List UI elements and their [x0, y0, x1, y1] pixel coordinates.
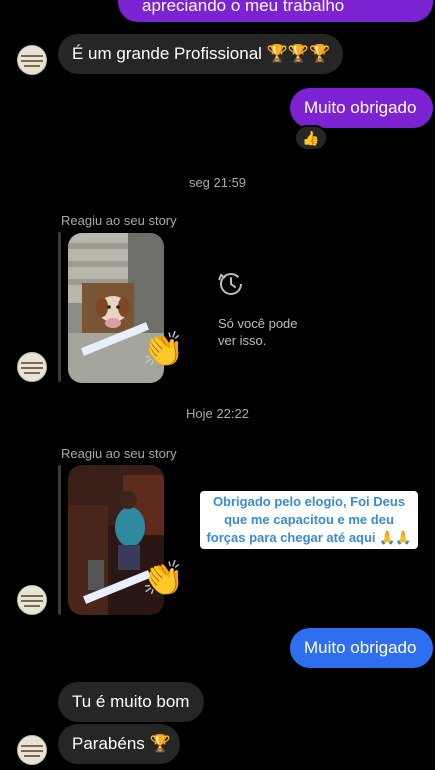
- avatar[interactable]: [17, 735, 47, 765]
- message-incoming[interactable]: Tu é muito bom: [58, 682, 204, 722]
- message-outgoing-partial[interactable]: apreciando o meu trabalho: [118, 0, 433, 22]
- avatar[interactable]: [17, 585, 47, 615]
- message-text: É um grande Profissional 🏆🏆🏆: [72, 44, 331, 63]
- story-reply-line: [58, 465, 61, 615]
- story-reply-label: Reagiu ao seu story: [61, 446, 177, 461]
- message-text: Muito obrigado: [304, 98, 417, 117]
- timestamp: Hoje 22:22: [186, 406, 249, 421]
- message-text: apreciando o meu trabalho: [142, 0, 345, 15]
- story-reply-line: [58, 232, 61, 382]
- message-incoming[interactable]: É um grande Profissional 🏆🏆🏆: [58, 34, 343, 74]
- timestamp: seg 21:59: [188, 175, 247, 190]
- message-text: Muito obrigado: [304, 638, 417, 657]
- avatar[interactable]: [17, 352, 47, 382]
- story-reply-label: Reagiu ao seu story: [61, 213, 177, 228]
- history-icon: [218, 273, 242, 295]
- story-caption: Obrigado pelo elogio, Foi Deus que me ca…: [200, 491, 418, 549]
- expired-story-note: Só você pode ver isso.: [218, 316, 298, 348]
- thumbs-up-icon: 👍: [302, 129, 320, 146]
- message-outgoing[interactable]: Muito obrigado: [290, 88, 433, 128]
- avatar[interactable]: [17, 45, 47, 75]
- clapping-hands-icon: 👏: [142, 331, 185, 369]
- message-incoming[interactable]: Parabéns 🏆: [58, 724, 180, 764]
- reaction-badge[interactable]: 👍: [294, 125, 328, 151]
- message-outgoing[interactable]: Muito obrigado: [290, 628, 433, 668]
- clapping-hands-icon: 👏: [142, 560, 185, 598]
- message-text: Parabéns 🏆: [72, 734, 171, 753]
- message-text: Tu é muito bom: [72, 692, 190, 711]
